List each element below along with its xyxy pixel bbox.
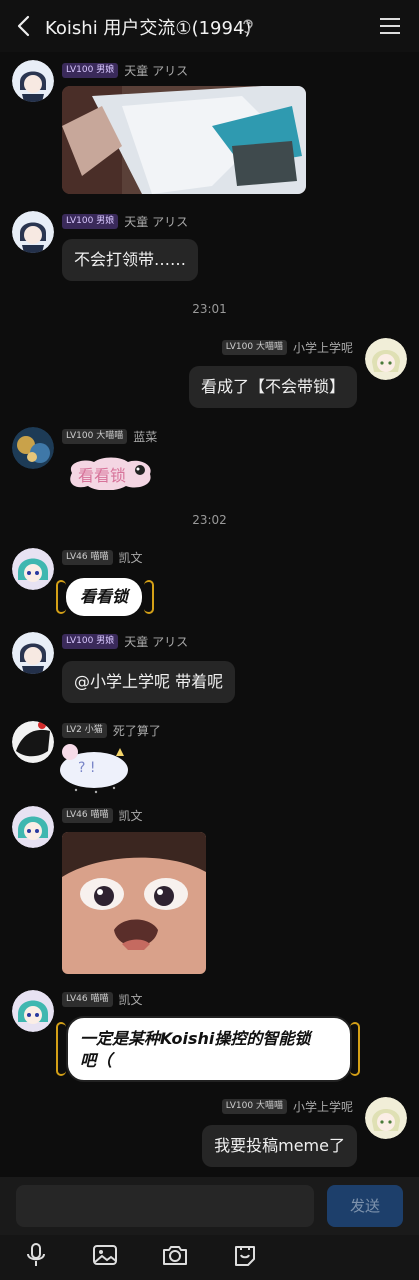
sender-meta: LV100 男娘 天童 アリス bbox=[62, 62, 188, 79]
sender-name: 凯文 bbox=[118, 993, 143, 1007]
sender-name: 凯文 bbox=[118, 551, 143, 565]
message-bubble[interactable]: 不会打领带…… bbox=[62, 239, 199, 281]
sticker-text-line: 一定是某种Koishi操控的智能锁 bbox=[80, 1029, 311, 1048]
sender-name: 天童 アリス bbox=[124, 635, 189, 649]
sender-name: 蓝菜 bbox=[133, 430, 158, 444]
avatar[interactable] bbox=[365, 1097, 407, 1139]
microphone-icon[interactable] bbox=[22, 1241, 50, 1269]
sender-name: 天童 アリス bbox=[124, 64, 189, 78]
chat-header: Koishi 用户交流①(1994) bbox=[0, 0, 419, 52]
timestamp: 23:01 bbox=[192, 302, 227, 316]
level-badge: LV100 大喵喵 bbox=[221, 340, 287, 355]
avatar[interactable] bbox=[12, 548, 54, 590]
timestamp: 23:02 bbox=[192, 513, 227, 527]
message-bubble[interactable]: @小学上学呢 带着呢 bbox=[62, 661, 236, 703]
level-badge: LV100 大喵喵 bbox=[221, 1099, 287, 1114]
level-badge: LV46 喵喵 bbox=[62, 992, 113, 1007]
sender-name: 天童 アリス bbox=[124, 215, 189, 229]
send-button[interactable]: 发送 bbox=[327, 1185, 403, 1227]
level-badge: LV100 男娘 bbox=[62, 63, 119, 78]
avatar[interactable] bbox=[12, 990, 54, 1032]
sticker-text-line: 吧（ bbox=[80, 1051, 113, 1070]
sender-meta: LV46 喵喵 凯文 bbox=[62, 549, 143, 566]
sender-meta: LV2 小猫 死了算了 bbox=[62, 722, 161, 739]
sender-meta: LV100 大喵喵 蓝菜 bbox=[62, 428, 157, 445]
level-badge: LV46 喵喵 bbox=[62, 550, 113, 565]
sender-meta: LV100 大喵喵 小学上学呢 bbox=[221, 1098, 353, 1115]
image-attachment[interactable] bbox=[62, 832, 206, 974]
input-bar: 发送 bbox=[0, 1177, 419, 1235]
camera-icon[interactable] bbox=[161, 1241, 189, 1269]
sender-name: 死了算了 bbox=[112, 724, 161, 738]
avatar[interactable] bbox=[12, 211, 54, 253]
sender-meta: LV100 男娘 天童 アリス bbox=[62, 633, 188, 650]
sender-meta: LV46 喵喵 凯文 bbox=[62, 807, 143, 824]
sticker-frame-right bbox=[144, 580, 154, 614]
back-arrow-icon[interactable] bbox=[14, 14, 34, 38]
sticker-message[interactable]: 看看锁 bbox=[66, 456, 154, 490]
level-badge: LV100 大喵喵 bbox=[62, 429, 128, 444]
avatar[interactable] bbox=[365, 338, 407, 380]
avatar[interactable] bbox=[12, 632, 54, 674]
bottom-toolbar bbox=[0, 1235, 419, 1280]
level-badge: LV2 小猫 bbox=[62, 723, 107, 738]
level-badge: LV100 男娘 bbox=[62, 214, 119, 229]
sender-meta: LV100 男娘 天童 アリス bbox=[62, 213, 188, 230]
message-input[interactable] bbox=[16, 1185, 314, 1227]
message-bubble[interactable]: 我要投稿meme了 bbox=[202, 1125, 357, 1167]
avatar[interactable] bbox=[12, 427, 54, 469]
avatar[interactable] bbox=[12, 721, 54, 763]
sticker-message[interactable]: 看看锁 bbox=[66, 578, 142, 616]
sticker-text: ? ! bbox=[78, 760, 96, 776]
level-badge: LV46 喵喵 bbox=[62, 808, 113, 823]
image-icon[interactable] bbox=[91, 1241, 119, 1269]
sender-name: 凯文 bbox=[118, 809, 143, 823]
sticker-text: 看看锁 bbox=[78, 466, 127, 485]
menu-icon[interactable] bbox=[380, 17, 400, 35]
sender-name: 小学上学呢 bbox=[292, 1100, 353, 1114]
sender-meta: LV46 喵喵 凯文 bbox=[62, 991, 143, 1008]
chat-title: Koishi 用户交流①(1994) bbox=[45, 18, 252, 39]
sticker-message[interactable]: ? ! bbox=[56, 738, 132, 796]
sender-name: 小学上学呢 bbox=[292, 341, 353, 355]
image-attachment[interactable] bbox=[62, 86, 306, 194]
level-badge: LV100 男娘 bbox=[62, 634, 119, 649]
ear-icon bbox=[243, 19, 253, 34]
sender-meta: LV100 大喵喵 小学上学呢 bbox=[221, 339, 353, 356]
sticker-frame-left bbox=[56, 580, 66, 614]
sticker-icon[interactable] bbox=[231, 1241, 259, 1269]
message-bubble[interactable]: 看成了【不会带锁】 bbox=[188, 366, 357, 408]
sticker-message[interactable]: 一定是某种Koishi操控的智能锁 吧（ bbox=[66, 1016, 352, 1082]
avatar[interactable] bbox=[12, 806, 54, 848]
sticker-frame-right bbox=[350, 1022, 360, 1076]
avatar[interactable] bbox=[12, 60, 54, 102]
sticker-frame-left bbox=[56, 1022, 66, 1076]
